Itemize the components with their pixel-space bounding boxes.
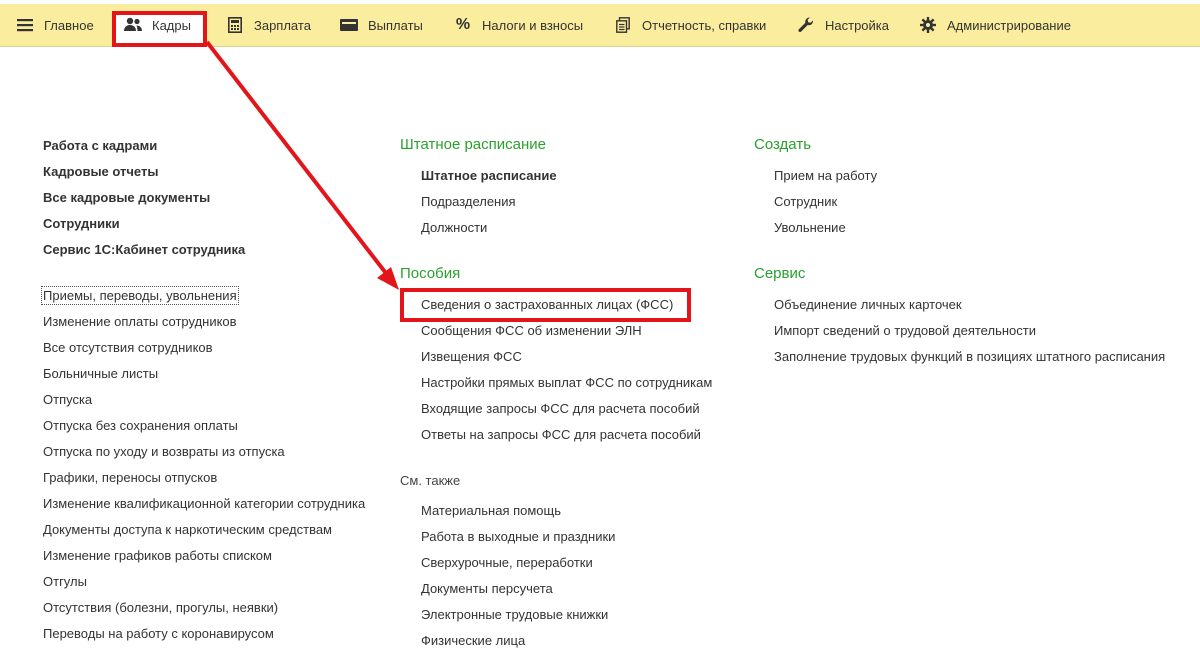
- section-header-staffing: Штатное расписание: [400, 136, 547, 153]
- link-sick-leaves[interactable]: Больничные листы: [43, 366, 158, 381]
- link-pay-changes[interactable]: Изменение оплаты сотрудников: [43, 314, 237, 329]
- documents-icon: [614, 16, 632, 34]
- menu-item-label: Администрирование: [947, 17, 1071, 33]
- link-create-employee[interactable]: Сотрудник: [774, 194, 837, 209]
- link-covid-transfers[interactable]: Переводы на работу с коронавирусом: [43, 626, 274, 641]
- link-positions[interactable]: Должности: [421, 220, 487, 235]
- link-staffing-table[interactable]: Штатное расписание: [421, 168, 557, 183]
- section-header-create: Создать: [754, 136, 812, 153]
- menu-item-label: Настройка: [825, 17, 889, 33]
- link-individuals[interactable]: Физические лица: [421, 633, 525, 648]
- link-all-hr-documents[interactable]: Все кадровые документы: [43, 190, 210, 205]
- section-header-service: Сервис: [754, 265, 806, 282]
- link-departments[interactable]: Подразделения: [421, 194, 516, 209]
- menu-item-admin[interactable]: Администрирование: [919, 4, 1071, 46]
- menu-item-label: Главное: [44, 17, 94, 33]
- main-menu-bar: Главное Кадры Зарплата Выплаты % Налоги …: [0, 4, 1200, 47]
- link-fss-eln-messages[interactable]: Сообщения ФСС об изменении ЭЛН: [421, 323, 642, 338]
- link-fss-direct-payments-settings[interactable]: Настройки прямых выплат ФСС по сотрудник…: [421, 375, 712, 390]
- link-absences-illness[interactable]: Отсутствия (болезни, прогулы, неявки): [43, 600, 278, 615]
- link-personnel-docs[interactable]: Документы персучета: [421, 581, 553, 596]
- link-hr-reports[interactable]: Кадровые отчеты: [43, 164, 158, 179]
- link-parental-leaves[interactable]: Отпуска по уходу и возвраты из отпуска: [43, 444, 285, 459]
- link-fill-labor-functions[interactable]: Заполнение трудовых функций в позициях ш…: [774, 349, 1165, 364]
- menu-item-salary[interactable]: Зарплата: [226, 4, 311, 46]
- menu-item-label: Кадры: [152, 17, 191, 33]
- menu-item-label: Выплаты: [368, 17, 423, 33]
- link-time-off[interactable]: Отгулы: [43, 574, 87, 589]
- users-icon: [124, 16, 142, 34]
- link-fss-request-answers[interactable]: Ответы на запросы ФСС для расчета пособи…: [421, 427, 701, 442]
- link-hr-work[interactable]: Работа с кадрами: [43, 138, 157, 153]
- link-electronic-workbooks[interactable]: Электронные трудовые книжки: [421, 607, 608, 622]
- menu-item-settings[interactable]: Настройка: [797, 4, 889, 46]
- menu-item-main[interactable]: Главное: [16, 4, 94, 46]
- link-employee-cabinet[interactable]: Сервис 1С:Кабинет сотрудника: [43, 242, 245, 257]
- link-fss-incoming-requests[interactable]: Входящие запросы ФСС для расчета пособий: [421, 401, 700, 416]
- section-header-benefits: Пособия: [400, 265, 461, 282]
- link-vacation-schedules[interactable]: Графики, переносы отпусков: [43, 470, 217, 485]
- menu-item-reports[interactable]: Отчетность, справки: [614, 4, 766, 46]
- menu-item-label: Отчетность, справки: [642, 17, 767, 33]
- hamburger-icon: [16, 16, 34, 34]
- menu-item-kadry[interactable]: Кадры: [124, 4, 191, 46]
- section-header-see-also: См. также: [400, 473, 461, 488]
- link-insured-persons-fss[interactable]: Сведения о застрахованных лицах (ФСС): [421, 297, 673, 312]
- menu-item-taxes[interactable]: % Налоги и взносы: [454, 4, 583, 46]
- calculator-icon: [226, 16, 244, 34]
- menu-item-label: Налоги и взносы: [482, 17, 584, 33]
- link-create-dismissal[interactable]: Увольнение: [774, 220, 846, 235]
- wrench-icon: [797, 16, 815, 34]
- link-vacations[interactable]: Отпуска: [43, 392, 92, 407]
- link-unpaid-vacations[interactable]: Отпуска без сохранения оплаты: [43, 418, 238, 433]
- link-import-labor-activity[interactable]: Импорт сведений о трудовой деятельности: [774, 323, 1036, 338]
- link-fss-notices[interactable]: Извещения ФСС: [421, 349, 522, 364]
- link-create-hiring[interactable]: Прием на работу: [774, 168, 877, 183]
- link-schedule-changes[interactable]: Изменение графиков работы списком: [43, 548, 272, 563]
- gear-icon: [919, 16, 937, 34]
- link-merge-personal-cards[interactable]: Объединение личных карточек: [774, 297, 962, 312]
- menu-item-label: Зарплата: [254, 17, 311, 33]
- wallet-icon: [340, 16, 358, 34]
- link-narcotics-access[interactable]: Документы доступа к наркотическим средст…: [43, 522, 332, 537]
- menu-item-payments[interactable]: Выплаты: [340, 4, 423, 46]
- percent-icon: %: [455, 16, 471, 33]
- link-all-absences[interactable]: Все отсутствия сотрудников: [43, 340, 213, 355]
- link-weekend-work[interactable]: Работа в выходные и праздники: [421, 529, 615, 544]
- link-financial-aid[interactable]: Материальная помощь: [421, 503, 561, 518]
- link-employees[interactable]: Сотрудники: [43, 216, 120, 231]
- link-qualification-change[interactable]: Изменение квалификационной категории сот…: [43, 496, 365, 511]
- link-hirings-transfers[interactable]: Приемы, переводы, увольнения: [41, 286, 239, 305]
- link-overtime[interactable]: Сверхурочные, переработки: [421, 555, 593, 570]
